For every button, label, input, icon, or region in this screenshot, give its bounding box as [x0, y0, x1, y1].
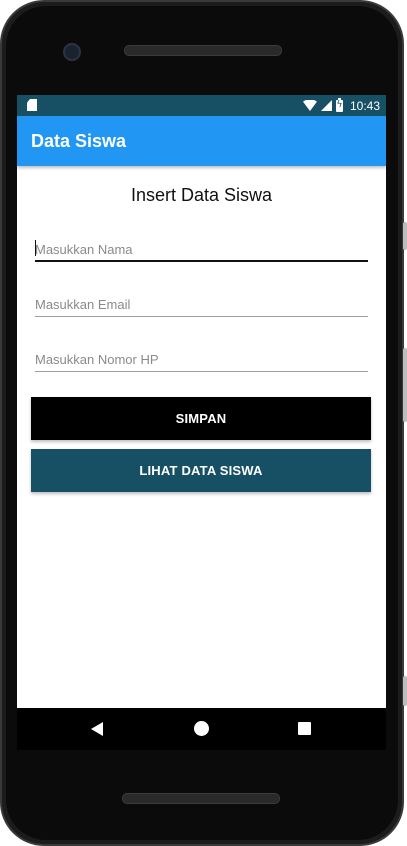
- back-icon[interactable]: [91, 722, 103, 736]
- view-data-button[interactable]: LIHAT DATA SISWA: [31, 449, 371, 492]
- form-heading: Insert Data Siswa: [130, 185, 273, 205]
- earpiece-speaker: [124, 45, 282, 56]
- phone-number-input[interactable]: [35, 348, 368, 370]
- status-clock: 10:43: [349, 98, 380, 113]
- bottom-speaker: [122, 793, 280, 804]
- name-field-underline: [35, 260, 368, 262]
- app-screen: 10:43 Data Siswa Insert Data Siswa SIMPA…: [17, 95, 386, 708]
- sd-card-icon: [27, 99, 37, 111]
- status-bar: 10:43: [17, 95, 386, 116]
- wifi-icon: [302, 100, 317, 111]
- home-icon[interactable]: [194, 721, 209, 736]
- save-button[interactable]: SIMPAN: [31, 397, 371, 440]
- email-input[interactable]: [35, 293, 368, 315]
- recent-apps-icon[interactable]: [298, 722, 311, 735]
- name-field[interactable]: [35, 238, 368, 262]
- navigation-bar: [17, 708, 386, 750]
- side-button: [403, 676, 407, 706]
- battery-charging-icon: [335, 97, 343, 112]
- email-field-underline: [35, 316, 368, 317]
- front-camera: [63, 43, 81, 61]
- email-field[interactable]: [35, 293, 368, 317]
- signal-icon: [320, 100, 332, 111]
- phone-number-field-underline: [35, 371, 368, 372]
- status-icons: 10:43: [302, 97, 380, 113]
- volume-button: [403, 348, 407, 422]
- power-button: [403, 222, 407, 250]
- phone-number-field[interactable]: [35, 348, 368, 372]
- name-input[interactable]: [35, 238, 368, 260]
- text-cursor: [35, 240, 36, 256]
- app-bar: Data Siswa: [17, 116, 386, 166]
- app-title: Data Siswa: [31, 131, 127, 151]
